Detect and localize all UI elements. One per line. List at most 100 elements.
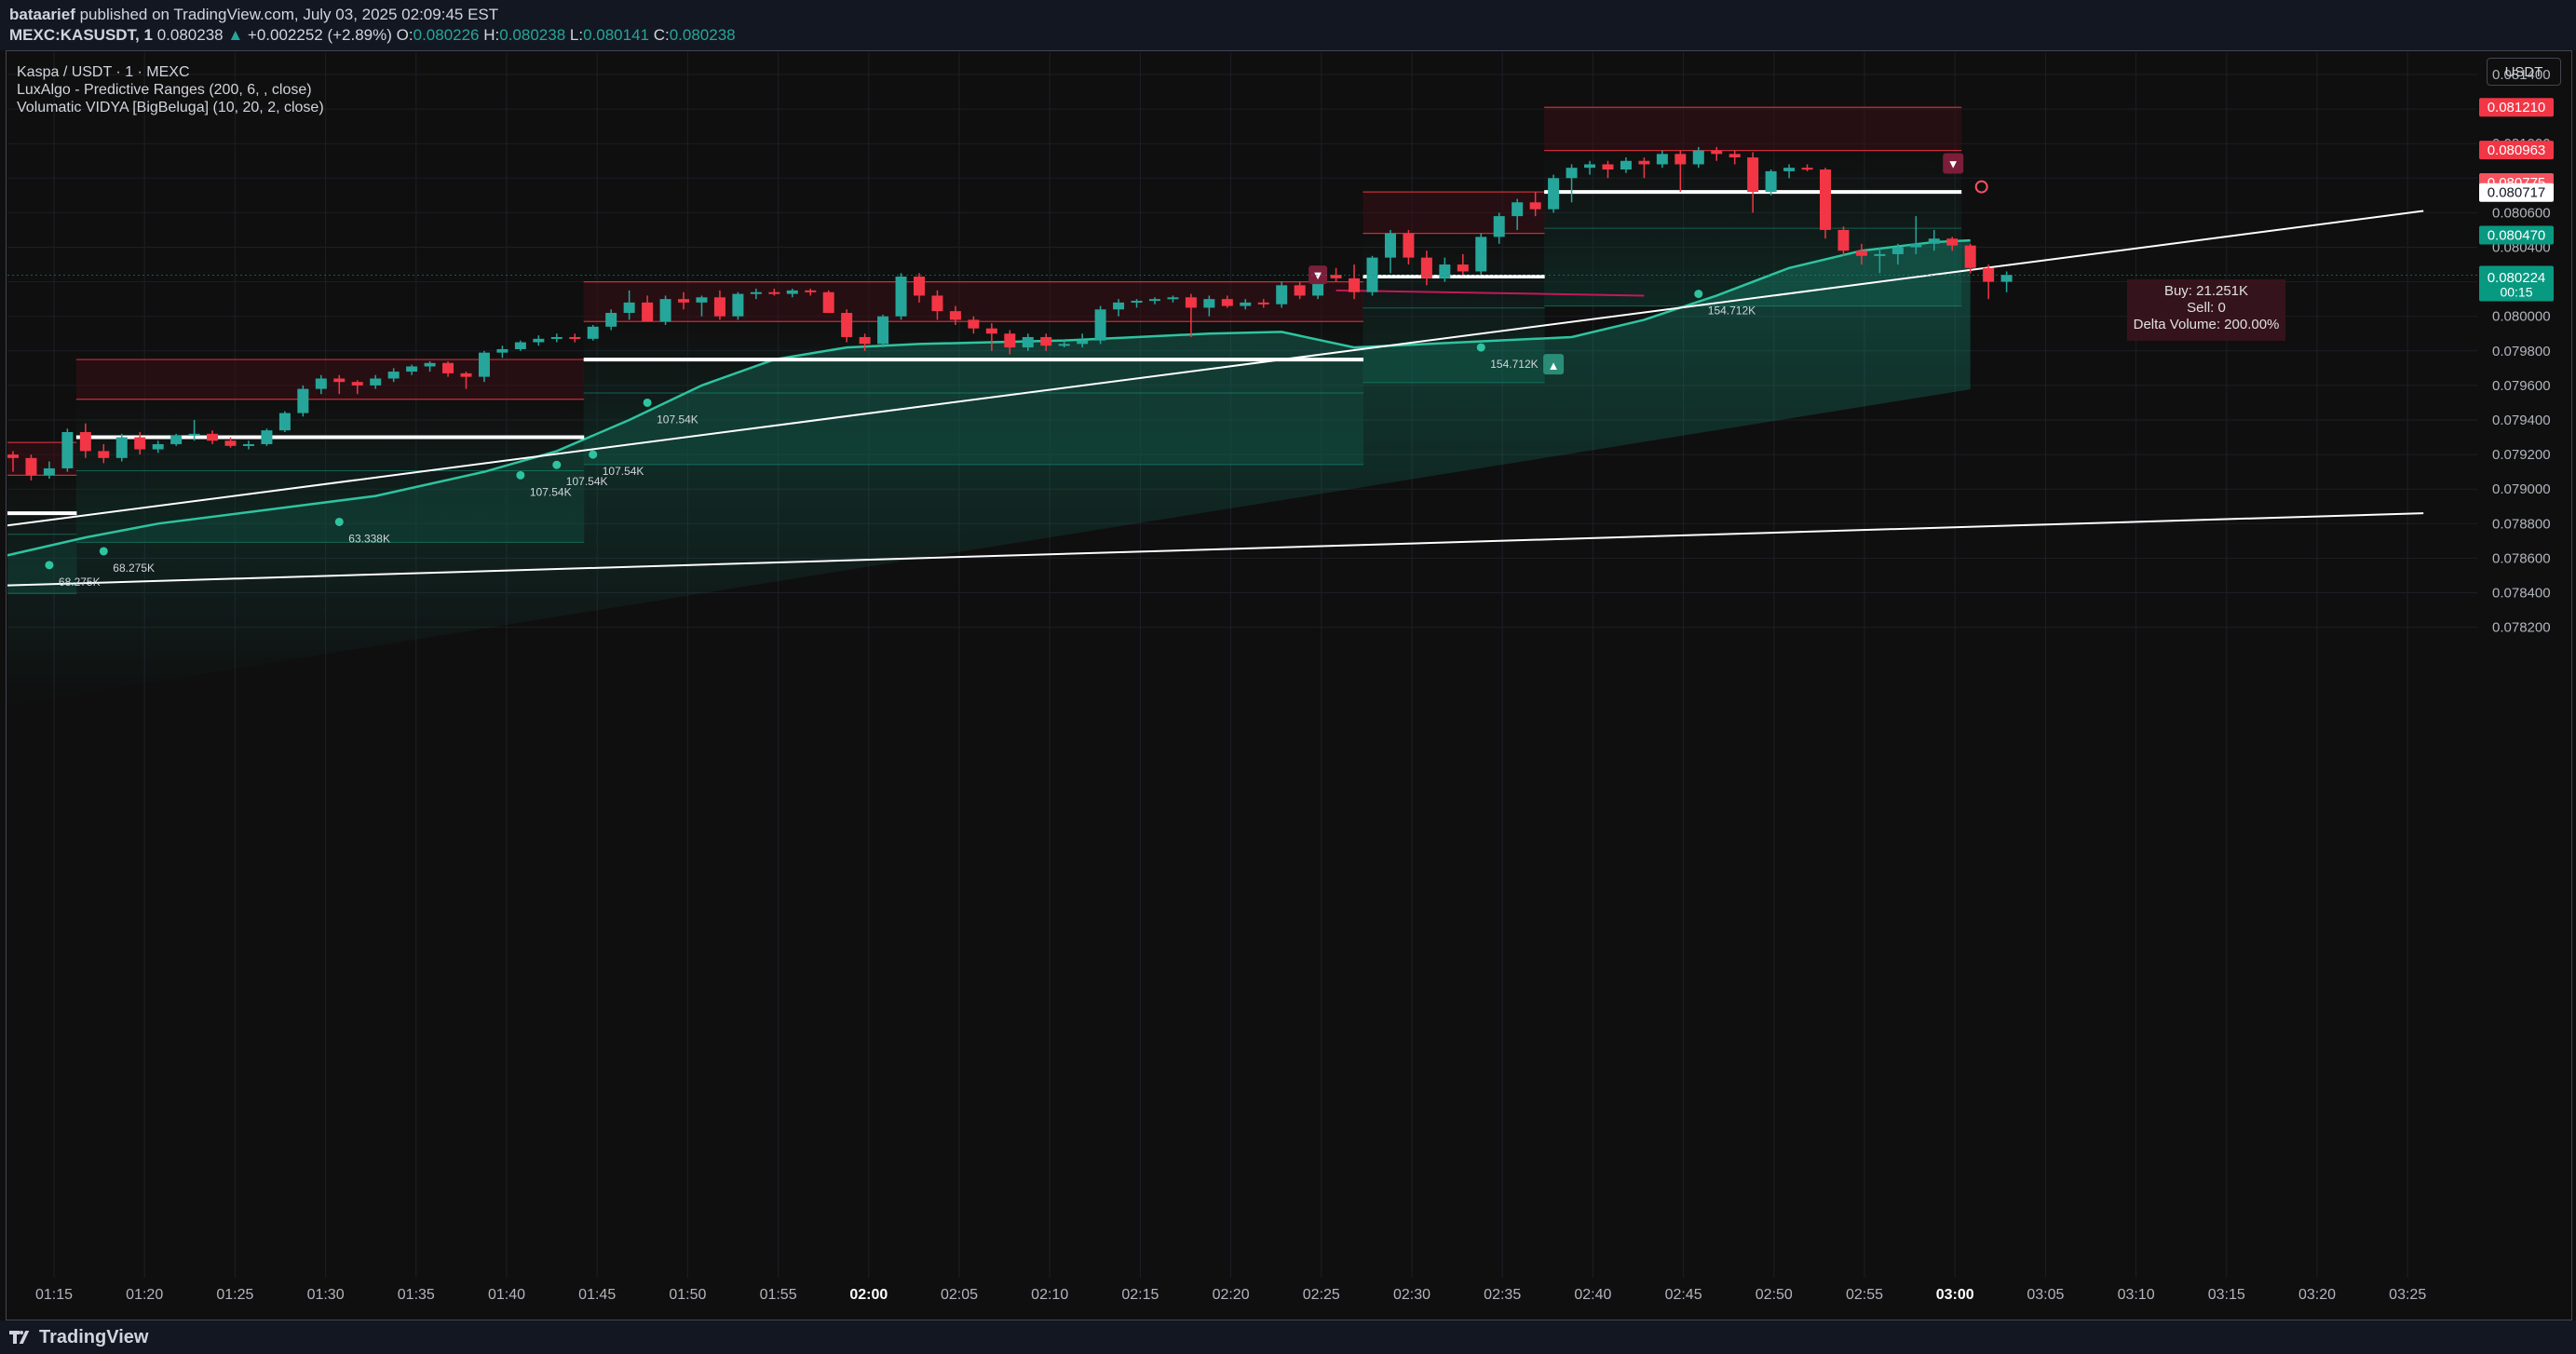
candle-body (642, 302, 654, 322)
candle-body (1113, 302, 1125, 310)
x-tick-label: 02:30 (1393, 1287, 1430, 1303)
y-tick-label: 0.079600 (2492, 378, 2551, 394)
candle-body (877, 316, 889, 345)
candle-body (261, 430, 273, 444)
vidya-marker (552, 460, 562, 469)
candle-body (134, 437, 146, 450)
x-tick-label: 02:10 (1031, 1287, 1068, 1303)
y-tick-label: 0.079000 (2492, 481, 2551, 497)
candle-body (478, 352, 490, 377)
legend-title[interactable]: Kaspa / USDT · 1 · MEXC (17, 63, 324, 81)
x-tick-label: 02:20 (1213, 1287, 1250, 1303)
candle-body (1349, 278, 1361, 292)
candle-body (1584, 164, 1596, 169)
candle-body (1203, 299, 1215, 308)
candle-body (1493, 216, 1505, 237)
vidya-marker (589, 450, 598, 459)
x-tick-label: 01:55 (760, 1287, 797, 1303)
grid (7, 52, 2477, 1278)
delta-volume-tooltip: Buy: 21.251K Sell: 0 Delta Volume: 200.0… (2127, 279, 2285, 341)
candle-body (949, 311, 961, 320)
candle-body (659, 299, 671, 322)
chart-legend: Kaspa / USDT · 1 · MEXC LuxAlgo - Predic… (17, 63, 324, 116)
y-tick-label: 0.078400 (2492, 586, 2551, 602)
y-tick-label: 0.080000 (2492, 309, 2551, 325)
candle-body (351, 382, 363, 386)
y-axis: 0.0814000.0812000.0810000.0808000.080600… (2479, 67, 2554, 636)
candle-body (1403, 233, 1415, 258)
candle-body (1674, 154, 1687, 165)
tradingview-logo[interactable]: TradingView (9, 1320, 148, 1354)
candle-body (1384, 233, 1396, 258)
x-tick-label: 02:25 (1303, 1287, 1340, 1303)
x-tick-label: 03:00 (1936, 1287, 1974, 1303)
price-chart[interactable]: 68.275K68.275K63.338K107.54K107.54K107.5… (0, 0, 2576, 1354)
candle-body (1040, 336, 1052, 346)
x-tick-label: 01:50 (669, 1287, 706, 1303)
candle-body (1928, 238, 1940, 244)
candle-body (1747, 157, 1759, 193)
candle-body (569, 336, 581, 339)
vidya-volume-label: 68.275K (113, 562, 155, 575)
candle-body (1891, 247, 1904, 254)
candle-body (1656, 154, 1668, 165)
vidya-volume-label: 154.712K (1490, 358, 1538, 371)
candle-body (1131, 301, 1143, 304)
x-tick-label: 02:55 (1846, 1287, 1883, 1303)
candle-body (914, 277, 925, 296)
vidya-marker (45, 561, 54, 570)
candle-body (170, 435, 183, 444)
vidya-marker (516, 470, 525, 480)
candle-body (859, 336, 871, 345)
tradingview-logo-icon (9, 1331, 34, 1344)
candle-body (1240, 302, 1252, 306)
candle-body (786, 290, 798, 294)
x-tick-label: 03:25 (2389, 1287, 2426, 1303)
candle-body (188, 433, 200, 436)
candle-body (115, 437, 128, 458)
candle-body (2000, 275, 2013, 282)
candle-body (713, 297, 725, 317)
candle-body (79, 431, 91, 452)
footer-brand: TradingView (39, 1326, 149, 1347)
y-tick-label: 0.080600 (2492, 205, 2551, 221)
candle-body (1004, 333, 1016, 348)
vidya-volume-label: 63.338K (348, 532, 390, 545)
candle-body (895, 277, 907, 317)
x-tick-label: 03:05 (2027, 1287, 2064, 1303)
candle-body (1946, 238, 1959, 246)
currency-button[interactable]: USDT (2487, 58, 2561, 86)
legend-indicator-vidya[interactable]: Volumatic VIDYA [BigBeluga] (10, 20, 2, … (17, 99, 324, 116)
candle-body (315, 378, 327, 389)
candle-body (1566, 168, 1578, 179)
x-tick-label: 01:30 (307, 1287, 345, 1303)
x-tick-label: 02:35 (1484, 1287, 1521, 1303)
candle-body (768, 291, 780, 294)
price-label: 0.080963 (2488, 142, 2546, 158)
candle-body (696, 297, 708, 303)
y-tick-label: 0.078600 (2492, 550, 2551, 566)
candle-body (25, 457, 37, 476)
candle-body (968, 319, 980, 329)
x-tick-label: 03:10 (2118, 1287, 2155, 1303)
candle-body (1439, 264, 1451, 278)
candle-body (1475, 237, 1487, 272)
x-tick-label: 01:15 (35, 1287, 73, 1303)
candle-body (1257, 302, 1269, 305)
candle-body (822, 291, 834, 313)
candle-body (1294, 285, 1306, 296)
candle-body (1420, 257, 1432, 278)
y-tick-label: 0.078200 (2492, 620, 2551, 636)
y-tick-label: 0.079800 (2492, 344, 2551, 359)
price-label: 0.080470 (2488, 228, 2546, 244)
candle-body (496, 348, 508, 353)
tooltip-delta: Delta Volume: 200.00% (2133, 317, 2280, 332)
svg-text:▲: ▲ (1548, 359, 1560, 372)
vidya-volume-label: 154.712K (1708, 305, 1756, 318)
plot-area: 68.275K68.275K63.338K107.54K107.54K107.5… (7, 106, 2477, 706)
candle-body (460, 372, 472, 377)
x-tick-label: 01:20 (126, 1287, 163, 1303)
legend-indicator-predictive-ranges[interactable]: LuxAlgo - Predictive Ranges (200, 6, , c… (17, 81, 324, 99)
sell-signal-icon-recent: ▼ (1943, 153, 1964, 174)
candle-body (224, 440, 237, 446)
